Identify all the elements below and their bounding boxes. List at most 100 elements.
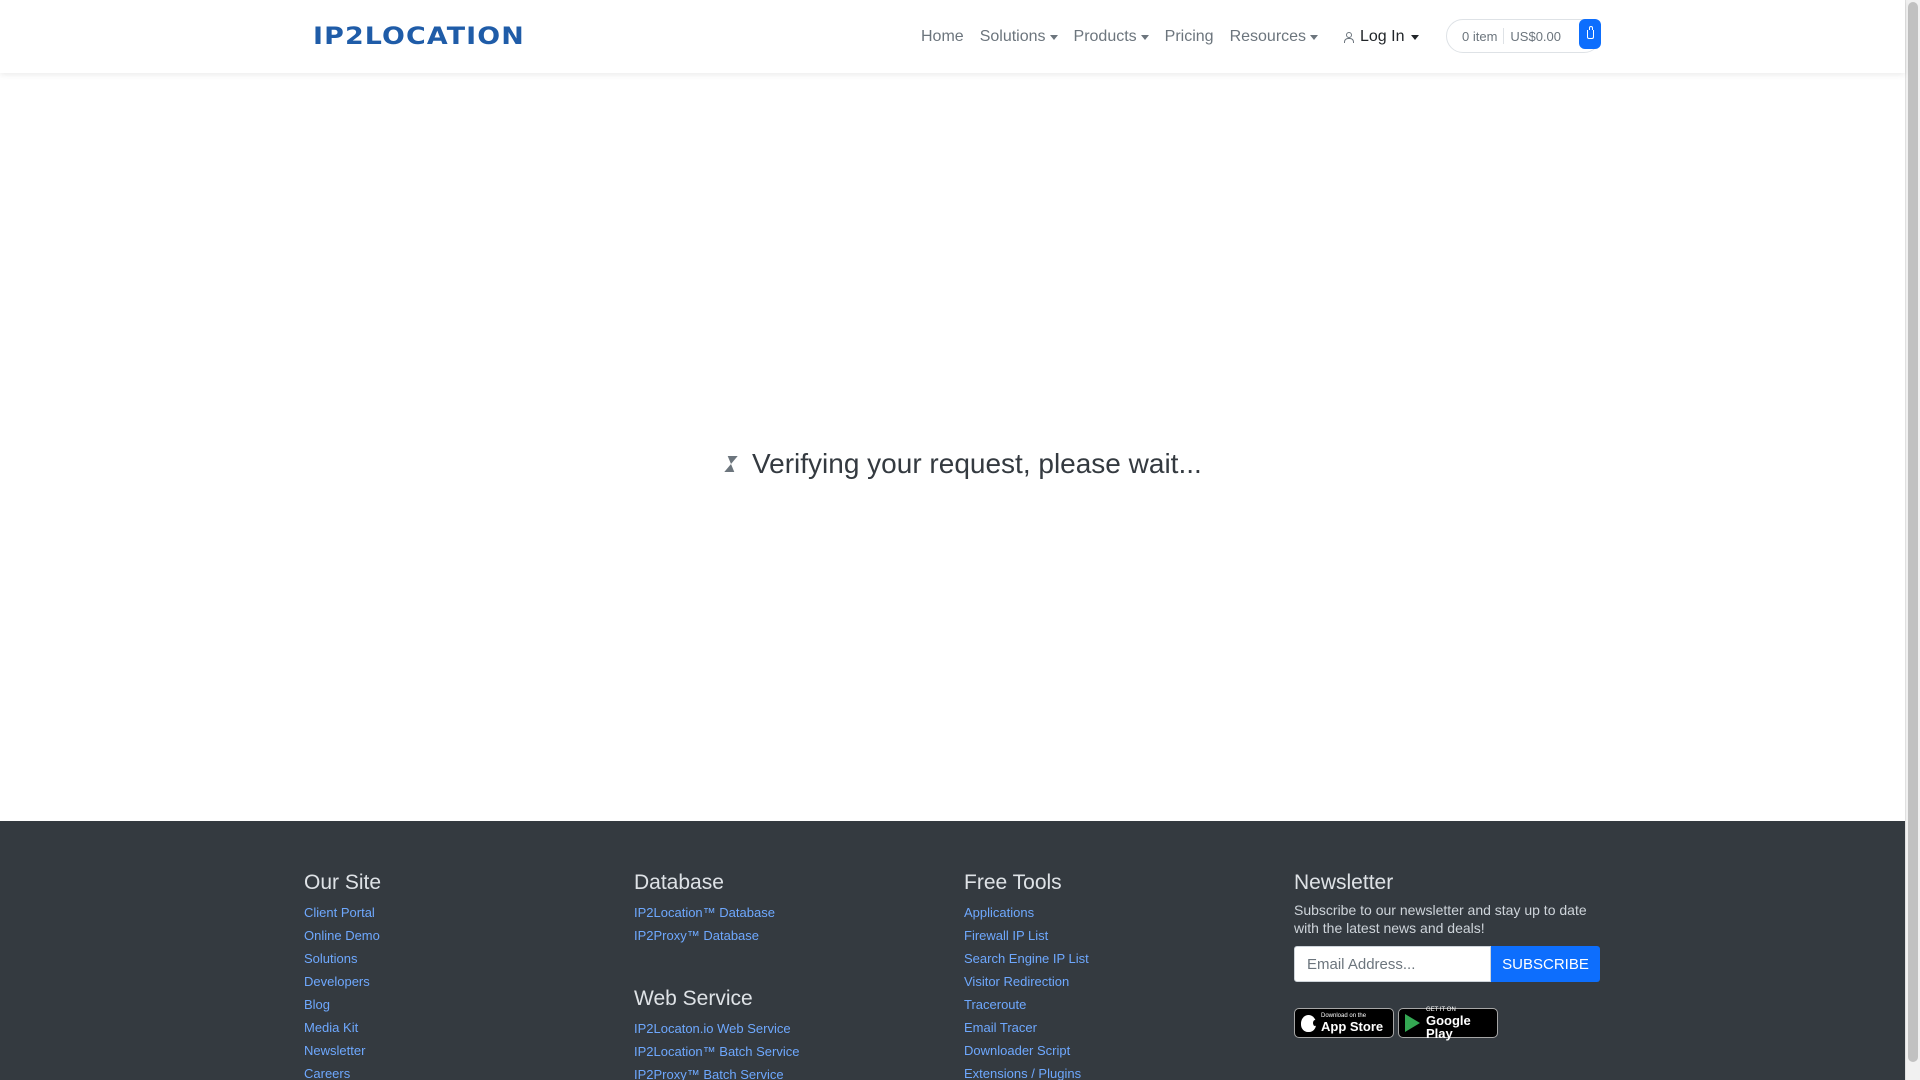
cart-divider xyxy=(1503,28,1505,44)
footer-free-tools-title: Free Tools xyxy=(964,871,1062,894)
cart-summary[interactable]: 0 item US$0.00 xyxy=(1446,19,1601,53)
login-label: Log In xyxy=(1360,28,1405,45)
ip2location-logo[interactable]: IP2LOCATION xyxy=(313,22,524,50)
list-item: Downloader Script xyxy=(964,1039,1264,1062)
nav-resources-label: Resources xyxy=(1229,28,1307,45)
footer-link-blog[interactable]: Blog xyxy=(304,997,330,1012)
footer-link-ip2proxy-database[interactable]: IP2Proxy™ Database xyxy=(634,928,759,943)
footer-link-ip2proxy-batch[interactable]: IP2Proxy™ Batch Service xyxy=(634,1067,784,1080)
google-play-big-text: Google Play xyxy=(1426,1012,1471,1041)
list-item: IP2Proxy™ Batch Service xyxy=(634,1063,934,1080)
logo-text: IP2LOCATION xyxy=(313,22,525,50)
list-item: Email Tracer xyxy=(964,1016,1264,1039)
footer-link-ip2location-database[interactable]: IP2Location™ Database xyxy=(634,905,775,920)
app-badges: Download on the App Store GET IT ON Goog… xyxy=(1294,1007,1614,1040)
footer-link-traceroute[interactable]: Traceroute xyxy=(964,997,1026,1012)
footer-link-ip2location-io[interactable]: IP2Locaton.io Web Service xyxy=(634,1021,791,1036)
footer-link-email-tracer[interactable]: Email Tracer xyxy=(964,1020,1037,1035)
footer-free-tools-links: Applications Firewall IP List Search Eng… xyxy=(964,901,1264,1080)
footer-link-careers[interactable]: Careers xyxy=(304,1066,350,1080)
nav-solutions[interactable]: Solutions xyxy=(972,28,1066,46)
footer-link-client-portal[interactable]: Client Portal xyxy=(304,905,375,920)
footer-web-service-title: Web Service xyxy=(634,987,753,1010)
footer-link-applications[interactable]: Applications xyxy=(964,905,1034,920)
google-play-badge[interactable]: GET IT ON Google Play xyxy=(1398,1007,1498,1040)
newsletter-description: Subscribe to our newsletter and stay up … xyxy=(1294,902,1587,936)
navbar: IP2LOCATION Home Solutions Products Pric… xyxy=(0,0,1905,73)
hourglass-icon xyxy=(724,456,737,472)
scrollbar-thumb[interactable] xyxy=(1908,2,1918,1062)
cart-item-count: 0 item xyxy=(1462,28,1498,44)
nav-home[interactable]: Home xyxy=(913,28,972,46)
app-store-badge-text: Download on the App Store xyxy=(1321,1013,1383,1033)
list-item: Newsletter xyxy=(304,1039,604,1062)
subscribe-button[interactable]: SUBSCRIBE xyxy=(1491,946,1600,982)
footer-link-newsletter[interactable]: Newsletter xyxy=(304,1043,365,1058)
nav-products[interactable]: Products xyxy=(1066,28,1157,46)
footer-web-service-links: IP2Locaton.io Web Service IP2Location™ B… xyxy=(634,1017,934,1080)
footer: Our Site Client Portal Online Demo Solut… xyxy=(0,821,1905,1080)
footer-link-online-demo[interactable]: Online Demo xyxy=(304,928,380,943)
list-item: Extensions / Plugins xyxy=(964,1062,1264,1080)
list-item: Search Engine IP List xyxy=(964,947,1264,970)
list-item: Solutions xyxy=(304,947,604,970)
footer-link-visitor-redirection[interactable]: Visitor Redirection xyxy=(964,974,1069,989)
footer-link-media-kit[interactable]: Media Kit xyxy=(304,1020,358,1035)
main-nav: Home Solutions Products Pricing Resource… xyxy=(913,22,1326,52)
list-item: Firewall IP List xyxy=(964,924,1264,947)
footer-link-solutions[interactable]: Solutions xyxy=(304,951,357,966)
user-icon xyxy=(1344,31,1354,43)
apple-icon xyxy=(1301,1014,1317,1032)
footer-our-site-links: Client Portal Online Demo Solutions Deve… xyxy=(304,901,604,1080)
footer-newsletter-title: Newsletter xyxy=(1294,871,1394,894)
nav-resources[interactable]: Resources xyxy=(1222,28,1326,46)
shopping-bag-icon xyxy=(1586,25,1594,39)
list-item: Traceroute xyxy=(964,993,1264,1016)
footer-link-downloader-script[interactable]: Downloader Script xyxy=(964,1043,1070,1058)
newsletter-email-input[interactable] xyxy=(1294,946,1491,982)
footer-web-service: Web Service IP2Locaton.io Web Service IP… xyxy=(634,987,934,1080)
newsletter-form: SUBSCRIBE xyxy=(1294,946,1600,982)
list-item: IP2Locaton.io Web Service xyxy=(634,1017,934,1040)
list-item: Blog xyxy=(304,993,604,1016)
list-item: Client Portal xyxy=(304,901,604,924)
page-scrollbar[interactable] xyxy=(1905,0,1920,1080)
nav-home-label: Home xyxy=(921,28,964,45)
google-play-small-text: GET IT ON xyxy=(1426,1006,1456,1013)
nav-solutions-label: Solutions xyxy=(979,28,1046,45)
footer-our-site: Our Site Client Portal Online Demo Solut… xyxy=(304,871,604,1080)
footer-database-title: Database xyxy=(634,871,724,894)
list-item: IP2Location™ Batch Service xyxy=(634,1040,934,1063)
google-play-icon xyxy=(1405,1014,1420,1032)
nav-products-label: Products xyxy=(1073,28,1137,45)
list-item: Applications xyxy=(964,901,1264,924)
caret-down-icon xyxy=(1140,34,1149,40)
footer-link-developers[interactable]: Developers xyxy=(304,974,370,989)
caret-down-icon xyxy=(1049,34,1058,40)
footer-link-search-engine-ip-list[interactable]: Search Engine IP List xyxy=(964,951,1089,966)
list-item: Media Kit xyxy=(304,1016,604,1039)
list-item: Careers xyxy=(304,1062,604,1080)
verification-text: Verifying your request, please wait... xyxy=(752,448,1202,479)
list-item: Online Demo xyxy=(304,924,604,947)
footer-newsletter: Newsletter Subscribe to our newsletter a… xyxy=(1294,871,1614,1040)
list-item: IP2Proxy™ Database xyxy=(634,924,934,947)
cart-button[interactable] xyxy=(1579,19,1601,49)
list-item: Visitor Redirection xyxy=(964,970,1264,993)
nav-pricing[interactable]: Pricing xyxy=(1157,28,1222,46)
main-content: Verifying your request, please wait... xyxy=(0,73,1905,821)
caret-down-icon xyxy=(1411,34,1420,40)
footer-database: Database IP2Location™ Database IP2Proxy™… xyxy=(634,871,934,947)
footer-database-links: IP2Location™ Database IP2Proxy™ Database xyxy=(634,901,934,947)
cart-total: US$0.00 xyxy=(1510,28,1561,44)
footer-link-firewall-ip-list[interactable]: Firewall IP List xyxy=(964,928,1048,943)
footer-link-extensions-plugins[interactable]: Extensions / Plugins xyxy=(964,1066,1081,1080)
app-store-big-text: App Store xyxy=(1321,1019,1384,1034)
google-play-badge-text: GET IT ON Google Play xyxy=(1426,1007,1491,1040)
nav-pricing-label: Pricing xyxy=(1164,28,1214,45)
login-dropdown[interactable]: Log In xyxy=(1344,22,1420,52)
list-item: Developers xyxy=(304,970,604,993)
caret-down-icon xyxy=(1310,34,1319,40)
footer-link-ip2location-batch[interactable]: IP2Location™ Batch Service xyxy=(634,1044,799,1059)
app-store-badge[interactable]: Download on the App Store xyxy=(1294,1008,1394,1038)
